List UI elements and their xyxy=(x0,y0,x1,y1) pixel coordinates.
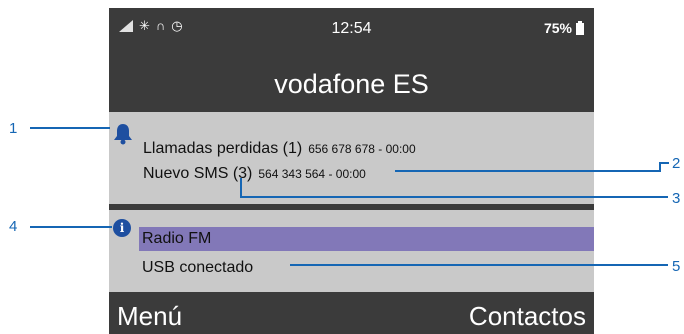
bell-icon xyxy=(113,123,133,150)
info-panel: i Radio FM USB conectado xyxy=(109,210,594,292)
callout-line-3-drop xyxy=(240,178,242,198)
status-bar: ✳ ∩ ◷ 12:54 75% xyxy=(109,8,594,50)
contacts-softkey[interactable]: Contactos xyxy=(469,301,586,332)
missed-calls-label: Llamadas perdidas (1) xyxy=(143,140,303,157)
callout-1: 1 xyxy=(9,120,18,137)
softkey-bar: Menú Contactos xyxy=(109,298,594,334)
callout-line-4 xyxy=(30,226,112,228)
missed-calls-notification[interactable]: Llamadas perdidas (1) 656 678 678 - 00:00 xyxy=(143,140,416,158)
callout-3: 3 xyxy=(672,190,681,207)
battery-percent: 75% xyxy=(543,20,572,36)
battery-status: 75% xyxy=(544,20,584,36)
carrier-name: vodafone ES xyxy=(274,69,429,99)
info-icon: i xyxy=(113,219,131,237)
new-sms-notification[interactable]: Nuevo SMS (3) 564 343 564 - 00:00 xyxy=(143,165,366,183)
clock: 12:54 xyxy=(331,20,372,37)
callout-line-2-end xyxy=(659,162,669,164)
battery-icon xyxy=(576,21,584,35)
callout-2: 2 xyxy=(672,155,681,172)
new-sms-detail: 564 343 564 - 00:00 xyxy=(258,167,366,181)
callout-line-1 xyxy=(30,127,110,129)
menu-softkey[interactable]: Menú xyxy=(117,301,182,332)
missed-calls-detail: 656 678 678 - 00:00 xyxy=(308,142,416,156)
callout-line-3 xyxy=(240,196,668,198)
callout-5: 5 xyxy=(672,258,681,275)
radio-fm-item[interactable]: Radio FM xyxy=(139,227,594,251)
callout-4: 4 xyxy=(9,218,18,235)
notifications-panel[interactable]: Llamadas perdidas (1) 656 678 678 - 00:00… xyxy=(109,112,594,204)
callout-line-5 xyxy=(290,264,668,266)
usb-connected-item[interactable]: USB conectado xyxy=(142,259,253,277)
new-sms-label: Nuevo SMS (3) xyxy=(143,165,253,182)
callout-line-2 xyxy=(395,170,659,172)
